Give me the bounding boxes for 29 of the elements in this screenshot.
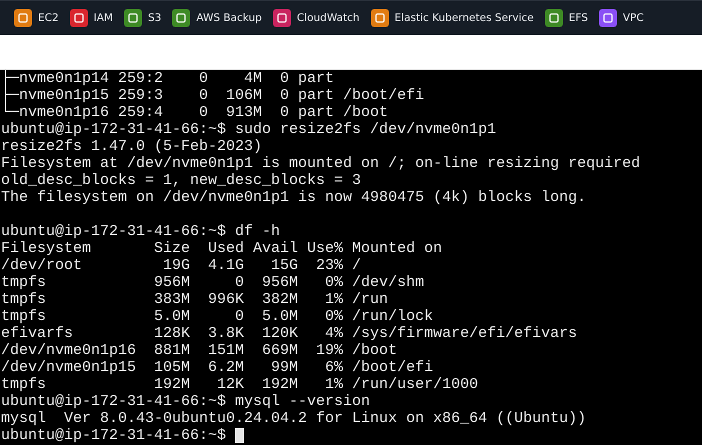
terminal-line: tmpfs 956M 0 956M 0% /dev/shm (1, 274, 426, 291)
terminal-line: resize2fs 1.47.0 (5-Feb-2023) (1, 138, 264, 155)
terminal-line: ubuntu@ip-172-31-41-66:~$ mysql --version (1, 393, 372, 410)
terminal-line: old_desc_blocks = 1, new_desc_blocks = 3 (1, 172, 362, 189)
service-link[interactable]: IAM (70, 9, 113, 27)
terminal-line: ubuntu@ip-172-31-41-66:~$ df -h (1, 223, 282, 240)
terminal-line: /dev/root 19G 4.1G 15G 23% / (1, 257, 362, 274)
service-link[interactable]: CloudWatch (272, 9, 360, 27)
service-link[interactable]: VPC (598, 9, 644, 27)
service-link[interactable]: EFS (544, 9, 588, 27)
terminal-prompt: ubuntu@ip-172-31-41-66:~$ (1, 427, 226, 444)
terminal-line: Filesystem Size Used Avail Use% Mounted on (1, 240, 444, 257)
service-link[interactable]: AWS Backup (172, 9, 262, 27)
terminal-line: /dev/nvme0n1p15 105M 6.2M 99M 6% /boot/efi (1, 359, 434, 376)
terminal-line: tmpfs 192M 12K 192M 1% /run/user/1000 (1, 376, 480, 393)
terminal-line: mysql Ver 8.0.43-0ubuntu0.24.04.2 for Linux on x86_64 ((Ubuntu)) (1, 410, 588, 427)
terminal-line: └─nvme0n1p16 259:4 0 913M 0 part /boot (1, 104, 390, 121)
terminal-line: ├─nvme0n1p15 259:3 0 106M 0 part /boot/efi (1, 87, 426, 104)
service-link[interactable]: EC2 (14, 9, 59, 27)
terminal-line: Filesystem at /dev/nvme0n1p1 is mounted on /; on-line resizing required (1, 155, 642, 172)
service-link[interactable]: Elastic Kubernetes Service (370, 9, 534, 27)
terminal-line: tmpfs 5.0M 0 5.0M 0% /run/lock (1, 308, 434, 325)
terminal-line: efivarfs 128K 3.8K 120K 4% /sys/firmware/efi/efivars (1, 325, 578, 342)
terminal-line: The filesystem on /dev/nvme0n1p1 is now 4980475 (4k) blocks long. (1, 189, 588, 206)
service-link[interactable]: S3 (124, 9, 162, 27)
terminal-line: tmpfs 383M 996K 382M 1% /run (1, 291, 390, 308)
cursor-icon (235, 428, 244, 443)
terminal-line: ubuntu@ip-172-31-41-66:~$ sudo resize2fs /dev/nvme0n1p1 (1, 121, 498, 138)
terminal-line: /dev/nvme0n1p16 881M 151M 669M 19% /boot (1, 342, 398, 359)
